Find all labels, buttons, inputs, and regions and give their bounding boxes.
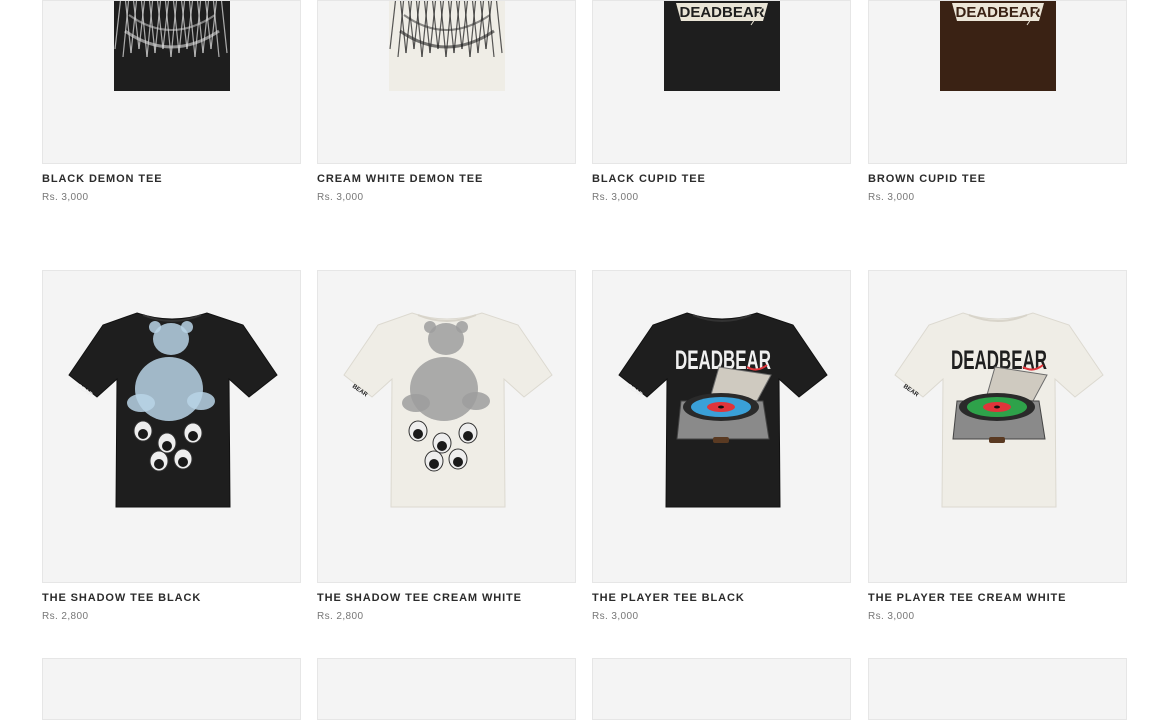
product-title[interactable]: THE PLAYER TEE BLACK <box>592 592 851 605</box>
product-title[interactable]: CREAM WHITE DEMON TEE <box>317 173 576 186</box>
bear-ear <box>149 321 161 333</box>
product-image[interactable]: BEAR DEADBEAR <box>868 270 1127 583</box>
product-image[interactable]: BEAR <box>317 270 576 583</box>
bear-ear <box>181 321 193 333</box>
product-image[interactable]: BEAR DEADBEAR <box>592 270 851 583</box>
tshirt-image: DEADBEAR <box>940 1 1056 91</box>
product-image[interactable] <box>42 658 301 720</box>
tshirt-image: DEADBEAR <box>664 1 780 91</box>
product-price: Rs. 2,800 <box>42 611 89 622</box>
logo-text: DEADBEAR <box>679 4 764 21</box>
product-price: Rs. 3,000 <box>42 192 89 203</box>
tshirt-image: BEAR <box>343 312 553 508</box>
product-card[interactable] <box>868 658 1127 720</box>
bear-ear <box>424 321 436 333</box>
product-title[interactable]: BROWN CUPID TEE <box>868 173 1127 186</box>
paw-pad <box>162 441 172 451</box>
paw-pad <box>413 429 423 439</box>
product-card[interactable] <box>317 658 576 720</box>
product-price: Rs. 3,000 <box>868 611 915 622</box>
paw-pad <box>453 457 463 467</box>
bear-arm <box>402 394 430 412</box>
product-card[interactable]: BEAR THE SHADOW TEE CREAM WHITE Rs. 2,80… <box>317 270 576 623</box>
product-card[interactable]: BEAR THE SHADOW TEE BLACK Rs. 2,800 <box>42 270 301 623</box>
product-title[interactable]: BLACK CUPID TEE <box>592 173 851 186</box>
product-image[interactable]: DEADBEAR <box>592 0 851 164</box>
case-handle <box>989 437 1005 443</box>
product-title[interactable]: THE SHADOW TEE BLACK <box>42 592 301 605</box>
product-image[interactable] <box>317 658 576 720</box>
product-card[interactable]: DEADBEAR BLACK CUPID TEE Rs. 3,000 <box>592 0 851 204</box>
bear-arm <box>187 392 215 410</box>
product-card[interactable] <box>592 658 851 720</box>
product-card[interactable]: BLACK DEMON TEE Rs. 3,000 <box>42 0 301 204</box>
product-card[interactable] <box>42 658 301 720</box>
product-card[interactable]: BEAR DEADBEAR THE PLAYER TEE BLACK Rs. 3,… <box>592 270 851 623</box>
product-image[interactable]: BEAR <box>42 270 301 583</box>
product-image[interactable] <box>42 0 301 164</box>
paw-pad <box>154 459 164 469</box>
paw-pad <box>188 431 198 441</box>
product-image[interactable] <box>592 658 851 720</box>
product-card[interactable]: BEAR DEADBEAR THE PLAYER TEE CREAM WHITE … <box>868 270 1127 623</box>
paw-pad <box>463 431 473 441</box>
product-price: Rs. 3,000 <box>592 192 639 203</box>
spindle <box>994 405 1000 409</box>
product-title[interactable]: THE SHADOW TEE CREAM WHITE <box>317 592 576 605</box>
paw-pad <box>178 457 188 467</box>
product-title[interactable]: THE PLAYER TEE CREAM WHITE <box>868 592 1127 605</box>
product-title[interactable]: BLACK DEMON TEE <box>42 173 301 186</box>
tshirt-image: BEAR <box>68 312 278 508</box>
product-card[interactable]: CREAM WHITE DEMON TEE Rs. 3,000 <box>317 0 576 204</box>
product-price: Rs. 2,800 <box>317 611 364 622</box>
bear-ear <box>456 321 468 333</box>
product-price: Rs. 3,000 <box>592 611 639 622</box>
product-image[interactable]: DEADBEAR <box>868 0 1127 164</box>
product-image[interactable] <box>317 0 576 164</box>
product-image[interactable] <box>868 658 1127 720</box>
bear-arm <box>127 394 155 412</box>
logo-text: DEADBEAR <box>955 4 1040 21</box>
spindle <box>718 405 724 409</box>
product-price: Rs. 3,000 <box>868 192 915 203</box>
paw-pad <box>437 441 447 451</box>
tshirt-image <box>389 1 505 91</box>
tshirt-image <box>114 1 230 91</box>
paw-pad <box>138 429 148 439</box>
tshirt-image: BEARDEADBEAR <box>894 312 1104 508</box>
paw-pad <box>429 459 439 469</box>
product-price: Rs. 3,000 <box>317 192 364 203</box>
bear-arm <box>462 392 490 410</box>
tshirt-image: BEARDEADBEAR <box>618 312 828 508</box>
product-card[interactable]: DEADBEAR BROWN CUPID TEE Rs. 3,000 <box>868 0 1127 204</box>
case-handle <box>713 437 729 443</box>
